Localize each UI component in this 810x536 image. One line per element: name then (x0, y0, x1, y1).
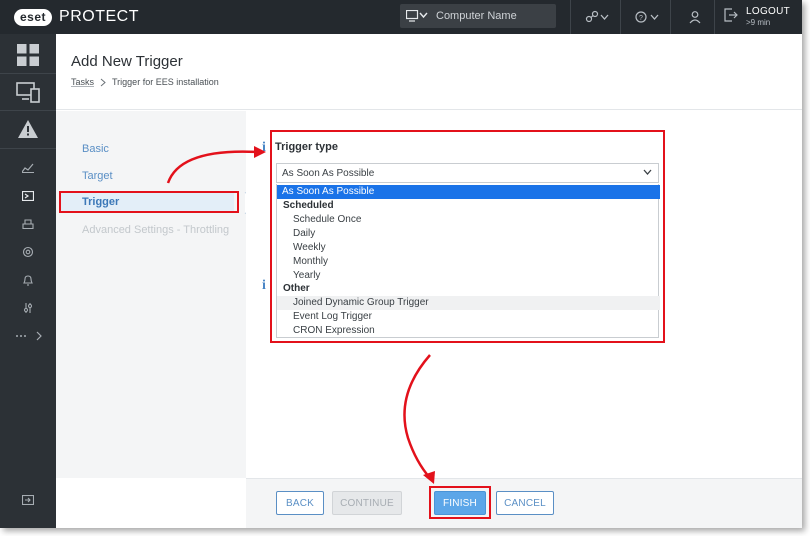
page-header: Add New Trigger Tasks Trigger for EES in… (56, 34, 802, 110)
user-icon[interactable] (688, 9, 702, 25)
annotation-box-trigger-type (270, 130, 665, 343)
top-bar: eset PROTECT Computer Name ? LOGOUT >9 m… (0, 0, 802, 34)
detections-warning-icon[interactable] (0, 110, 56, 148)
topbar-divider (570, 0, 571, 34)
tasks-icon[interactable] (0, 186, 56, 206)
annotation-box-trigger-step (59, 191, 239, 213)
breadcrumb: Tasks Trigger for EES installation (71, 77, 219, 87)
info-icon[interactable]: i (262, 278, 266, 294)
annotation-box-finish (429, 486, 491, 519)
session-timeout: >9 min (746, 18, 771, 27)
status-overview-icon[interactable] (0, 298, 56, 318)
breadcrumb-current: Trigger for EES installation (112, 77, 219, 87)
more-icon[interactable] (0, 326, 56, 346)
info-icon[interactable]: i (262, 140, 266, 156)
sidebar-divider (0, 148, 56, 149)
logout-button[interactable]: LOGOUT >9 min (724, 3, 790, 31)
step-advanced-throttling: Advanced Settings - Throttling (82, 224, 230, 236)
page-title: Add New Trigger (71, 53, 183, 70)
eset-badge: eset (14, 8, 53, 26)
collapse-sidebar-icon[interactable] (0, 490, 56, 510)
logout-label: LOGOUT (746, 6, 791, 17)
wizard-steps: Basic Target Trigger Advanced Settings -… (56, 111, 246, 478)
svg-text:?: ? (639, 15, 643, 22)
help-icon[interactable]: ? (635, 9, 661, 25)
step-basic[interactable]: Basic (60, 139, 234, 159)
installers-icon[interactable] (0, 214, 56, 234)
topbar-divider (670, 0, 671, 34)
brand-logo[interactable]: eset PROTECT (14, 7, 139, 27)
back-button[interactable]: BACK (276, 491, 324, 515)
computers-icon[interactable] (0, 73, 56, 111)
chevron-right-icon (100, 78, 106, 87)
sidebar (0, 34, 56, 528)
topbar-divider (620, 0, 621, 34)
logout-icon (724, 7, 738, 27)
reports-chart-icon[interactable] (0, 158, 56, 178)
computer-search[interactable]: Computer Name (400, 4, 556, 28)
continue-button: CONTINUE (332, 491, 402, 515)
topbar-divider (714, 0, 715, 34)
links-icon[interactable] (585, 9, 611, 25)
computer-search-input[interactable]: Computer Name (436, 10, 517, 22)
dashboard-icon[interactable] (0, 36, 56, 74)
breadcrumb-tasks-link[interactable]: Tasks (71, 77, 94, 87)
policies-gear-icon[interactable] (0, 242, 56, 262)
notifications-bell-icon[interactable] (0, 270, 56, 290)
step-target[interactable]: Target (60, 166, 234, 186)
product-name: PROTECT (59, 8, 139, 25)
monitor-dropdown-icon[interactable] (406, 10, 428, 22)
app-window: eset PROTECT Computer Name ? LOGOUT >9 m… (0, 0, 802, 528)
cancel-button[interactable]: CANCEL (496, 491, 554, 515)
